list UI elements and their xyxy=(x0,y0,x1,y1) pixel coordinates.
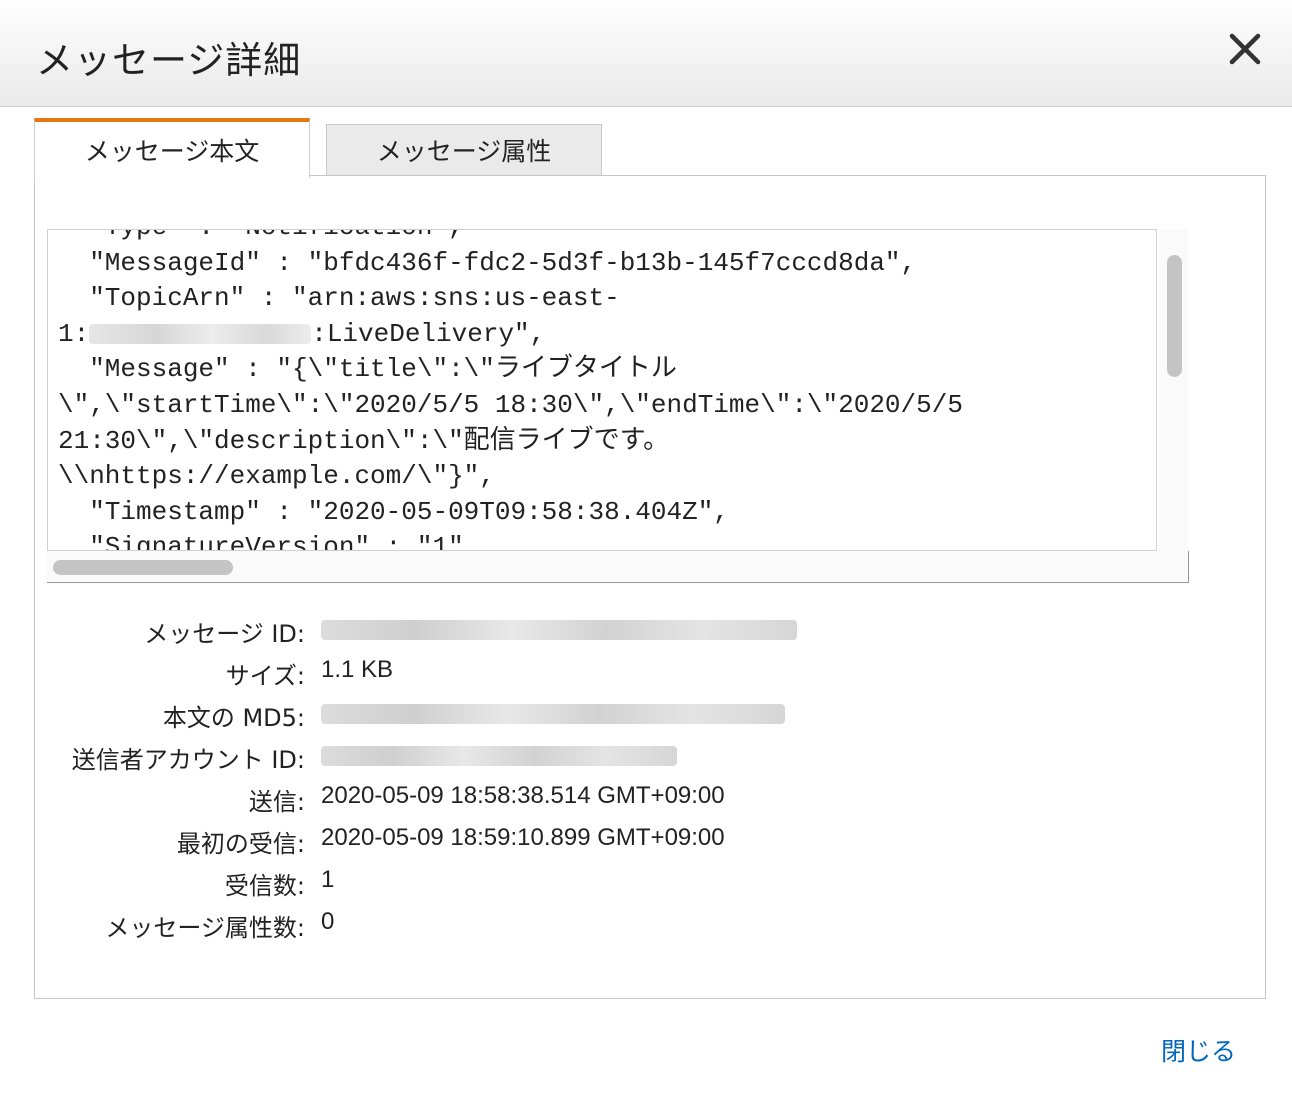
code-line: "TopicArn" : "arn:aws:sns:us-east- xyxy=(58,283,620,314)
message-body-content: "Type" : "Notification", "MessageId" : "… xyxy=(58,230,963,551)
code-line: "Message" : "{\"title\":\"ライブタイトル xyxy=(58,354,677,385)
sent-value: 2020-05-09 18:58:38.514 GMT+09:00 xyxy=(321,782,725,809)
code-line: 21:30\",\"description\":\"配信ライブです。 xyxy=(58,425,670,456)
horizontal-scrollbar[interactable] xyxy=(47,551,1189,583)
first-received-value: 2020-05-09 18:59:10.899 GMT+09:00 xyxy=(321,824,725,851)
close-icon[interactable] xyxy=(1222,26,1268,72)
code-segment: :LiveDelivery", xyxy=(311,318,546,349)
code-line: "MessageId" : "bfdc436f-fdc2-5d3f-b13b-1… xyxy=(58,247,917,278)
horizontal-scroll-thumb[interactable] xyxy=(53,560,233,575)
code-line: \",\"startTime\":\"2020/5/5 18:30\",\"en… xyxy=(58,389,963,420)
attribute-count-label: メッセージ属性数: xyxy=(105,914,305,942)
detail-row-receive-count: 受信数: 1 xyxy=(35,860,1235,900)
tab-message-attributes[interactable]: メッセージ属性 xyxy=(326,124,602,176)
size-label: サイズ: xyxy=(225,662,305,690)
detail-row-md5: 本文の MD5: xyxy=(35,692,1235,732)
redacted-sender-account-id xyxy=(321,746,677,766)
dialog-title: メッセージ詳細 xyxy=(36,39,302,82)
detail-row-first-received: 最初の受信: 2020-05-09 18:59:10.899 GMT+09:00 xyxy=(35,818,1235,858)
first-received-label: 最初の受信: xyxy=(176,830,305,858)
detail-row-attribute-count: メッセージ属性数: 0 xyxy=(35,902,1235,942)
receive-count-label: 受信数: xyxy=(224,872,305,900)
md5-label: 本文の MD5: xyxy=(162,704,305,732)
detail-row-sender-account: 送信者アカウント ID: xyxy=(35,734,1235,774)
code-line: "Timestamp" : "2020-05-09T09:58:38.404Z"… xyxy=(58,496,729,527)
redacted-message-id xyxy=(321,620,797,640)
close-button[interactable]: 閉じる xyxy=(1161,1032,1236,1068)
code-line: 1: :LiveDelivery", xyxy=(58,317,963,353)
tab-message-body[interactable]: メッセージ本文 xyxy=(34,118,310,178)
dialog-header: メッセージ詳細 xyxy=(0,0,1292,107)
vertical-scroll-thumb[interactable] xyxy=(1167,255,1182,377)
vertical-scrollbar[interactable] xyxy=(1159,229,1189,551)
message-id-label: メッセージ ID: xyxy=(144,620,305,648)
code-segment: 1: xyxy=(58,318,90,349)
size-value: 1.1 KB xyxy=(321,656,394,683)
code-line: "SignatureVersion" : "1", xyxy=(58,532,480,551)
detail-row-message-id: メッセージ ID: xyxy=(35,608,1235,648)
redacted-md5 xyxy=(321,704,785,724)
code-line: \\nhttps://example.com/\"}", xyxy=(58,461,495,492)
sender-account-label: 送信者アカウント ID: xyxy=(71,746,305,774)
redacted-account-id xyxy=(89,323,312,344)
code-line: "Type" : "Notification", xyxy=(58,230,963,246)
detail-row-sent: 送信: 2020-05-09 18:58:38.514 GMT+09:00 xyxy=(35,776,1235,816)
receive-count-value: 1 xyxy=(321,866,335,893)
message-body-box: "Type" : "Notification", "MessageId" : "… xyxy=(47,229,1189,583)
attribute-count-value: 0 xyxy=(321,908,335,935)
tab-panel: "Type" : "Notification", "MessageId" : "… xyxy=(34,175,1266,999)
message-body-textarea[interactable]: "Type" : "Notification", "MessageId" : "… xyxy=(47,229,1157,551)
sent-label: 送信: xyxy=(248,788,305,816)
detail-row-size: サイズ: 1.1 KB xyxy=(35,650,1235,690)
